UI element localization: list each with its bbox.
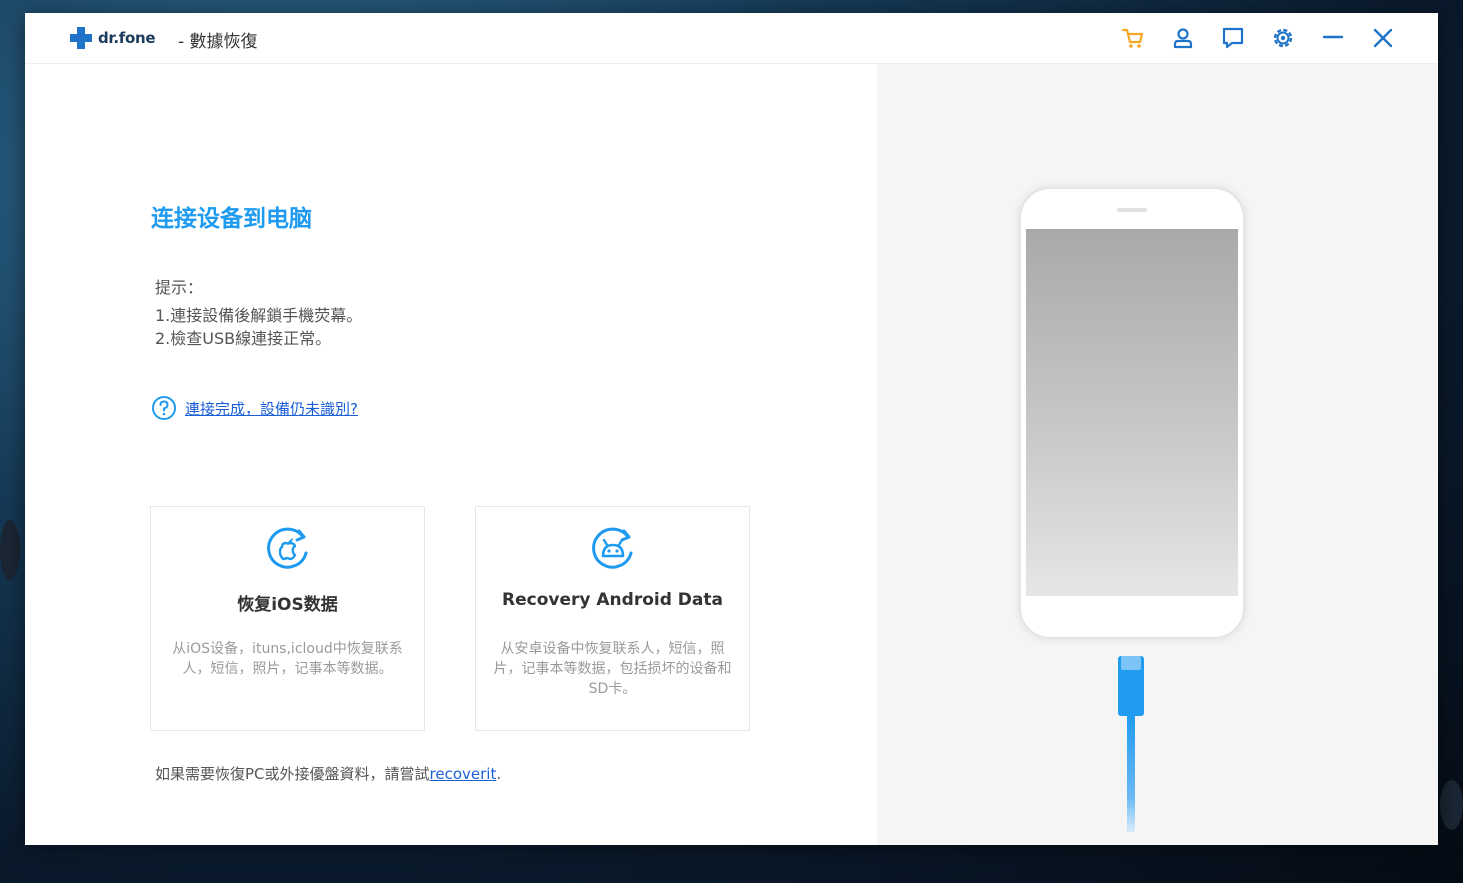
minimize-icon xyxy=(1322,35,1344,39)
desktop-rock xyxy=(1440,780,1463,830)
recoverit-note: 如果需要恢復PC或外接優盤資料，請嘗試recoverit. xyxy=(155,763,501,784)
phone-illustration xyxy=(1020,188,1244,638)
android-recovery-icon xyxy=(592,527,633,569)
tip-usb: 2.檢查USB線連接正常。 xyxy=(155,329,332,348)
page-heading: 连接设备到电脑 xyxy=(151,206,312,232)
account-button[interactable] xyxy=(1158,23,1208,53)
brand-name: dr.fone xyxy=(98,29,156,47)
tip-unlock: 1.連接設備後解鎖手機荧幕。 xyxy=(155,306,363,325)
feedback-icon xyxy=(1222,27,1244,49)
tips-title: 提示： xyxy=(155,278,204,297)
ios-recovery-card[interactable]: 恢复iOS数据 从iOS设备，ituns,icloud中恢复联系人，短信，照片，… xyxy=(150,506,425,731)
recoverit-link[interactable]: recoverit xyxy=(430,765,497,783)
cart-icon xyxy=(1121,28,1144,48)
usb-cable xyxy=(1127,716,1135,832)
phone-speaker xyxy=(1117,208,1147,212)
android-recovery-card[interactable]: Recovery Android Data 从安卓设备中恢复联系人，短信，照片，… xyxy=(475,506,750,731)
ios-recovery-icon xyxy=(267,527,308,569)
card-title: 恢复iOS数据 xyxy=(237,595,338,615)
device-not-recognized-link[interactable]: 連接完成，設備仍未識別? xyxy=(185,398,358,419)
recoverit-note-text: 如果需要恢復PC或外接優盤資料，請嘗試 xyxy=(155,765,430,783)
phone-screen xyxy=(1026,229,1238,596)
module-title: - 數據恢復 xyxy=(178,32,258,52)
title-bar: dr.fone - 數據恢復 xyxy=(25,13,1438,64)
desktop-rock xyxy=(0,520,20,580)
card-description: 从安卓设备中恢复联系人，短信，照片，记事本等数据，包括损坏的设备和SD卡。 xyxy=(493,641,732,697)
user-icon xyxy=(1173,28,1193,49)
close-icon xyxy=(1373,28,1393,48)
help-row: 連接完成，設備仍未識別? xyxy=(151,395,358,421)
recoverit-note-period: . xyxy=(496,765,502,783)
settings-button[interactable] xyxy=(1258,23,1308,53)
window-toolbar xyxy=(1108,23,1408,53)
app-logo: dr.fone xyxy=(70,27,156,49)
cart-button[interactable] xyxy=(1108,23,1158,53)
minimize-button[interactable] xyxy=(1308,23,1358,53)
usb-plug-tip xyxy=(1121,656,1141,670)
drfone-cross-icon xyxy=(70,27,92,49)
close-button[interactable] xyxy=(1358,23,1408,53)
card-title: Recovery Android Data xyxy=(502,590,723,610)
feedback-button[interactable] xyxy=(1208,23,1258,53)
card-description: 从iOS设备，ituns,icloud中恢复联系人，短信，照片，记事本等数据。 xyxy=(172,641,403,677)
settings-icon xyxy=(1273,28,1293,48)
help-question-icon xyxy=(152,396,176,420)
